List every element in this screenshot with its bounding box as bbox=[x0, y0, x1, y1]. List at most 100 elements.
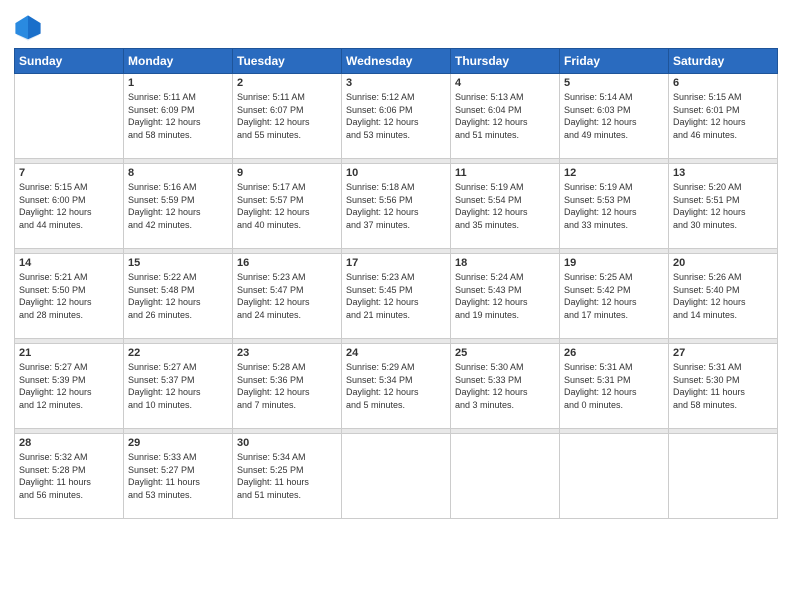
header bbox=[14, 10, 778, 42]
day-number: 22 bbox=[128, 347, 228, 359]
calendar-cell bbox=[560, 434, 669, 519]
day-number: 29 bbox=[128, 437, 228, 449]
day-info: Sunrise: 5:18 AM Sunset: 5:56 PM Dayligh… bbox=[346, 181, 446, 231]
calendar-cell: 14 Sunrise: 5:21 AM Sunset: 5:50 PM Dayli… bbox=[15, 254, 124, 339]
day-number: 20 bbox=[673, 257, 773, 269]
day-number: 19 bbox=[564, 257, 664, 269]
calendar-cell bbox=[669, 434, 778, 519]
day-info: Sunrise: 5:19 AM Sunset: 5:54 PM Dayligh… bbox=[455, 181, 555, 231]
calendar-cell: 19 Sunrise: 5:25 AM Sunset: 5:42 PM Dayli… bbox=[560, 254, 669, 339]
day-number: 2 bbox=[237, 77, 337, 89]
day-info: Sunrise: 5:26 AM Sunset: 5:40 PM Dayligh… bbox=[673, 271, 773, 321]
day-info: Sunrise: 5:30 AM Sunset: 5:33 PM Dayligh… bbox=[455, 361, 555, 411]
day-info: Sunrise: 5:16 AM Sunset: 5:59 PM Dayligh… bbox=[128, 181, 228, 231]
calendar-cell: 29 Sunrise: 5:33 AM Sunset: 5:27 PM Dayli… bbox=[124, 434, 233, 519]
calendar-cell: 20 Sunrise: 5:26 AM Sunset: 5:40 PM Dayli… bbox=[669, 254, 778, 339]
calendar-cell: 25 Sunrise: 5:30 AM Sunset: 5:33 PM Dayli… bbox=[451, 344, 560, 429]
weekday-header-tuesday: Tuesday bbox=[233, 49, 342, 74]
calendar-cell: 1Sunrise: 5:11 AM Sunset: 6:09 PM Daylig… bbox=[124, 74, 233, 159]
calendar-cell: 21 Sunrise: 5:27 AM Sunset: 5:39 PM Dayli… bbox=[15, 344, 124, 429]
day-info: Sunrise: 5:28 AM Sunset: 5:36 PM Dayligh… bbox=[237, 361, 337, 411]
day-number: 6 bbox=[673, 77, 773, 89]
calendar-cell bbox=[451, 434, 560, 519]
calendar-cell: 27Sunrise: 5:31 AM Sunset: 5:30 PM Dayli… bbox=[669, 344, 778, 429]
week-row-4: 21 Sunrise: 5:27 AM Sunset: 5:39 PM Dayli… bbox=[15, 344, 778, 429]
calendar-cell bbox=[342, 434, 451, 519]
day-info: Sunrise: 5:14 AM Sunset: 6:03 PM Dayligh… bbox=[564, 91, 664, 141]
calendar-cell: 23 Sunrise: 5:28 AM Sunset: 5:36 PM Dayli… bbox=[233, 344, 342, 429]
day-number: 23 bbox=[237, 347, 337, 359]
day-number: 13 bbox=[673, 167, 773, 179]
weekday-header-wednesday: Wednesday bbox=[342, 49, 451, 74]
day-info: Sunrise: 5:19 AM Sunset: 5:53 PM Dayligh… bbox=[564, 181, 664, 231]
day-info: Sunrise: 5:33 AM Sunset: 5:27 PM Dayligh… bbox=[128, 451, 228, 501]
calendar-cell: 17 Sunrise: 5:23 AM Sunset: 5:45 PM Dayli… bbox=[342, 254, 451, 339]
day-number: 24 bbox=[346, 347, 446, 359]
day-number: 30 bbox=[237, 437, 337, 449]
day-number: 26 bbox=[564, 347, 664, 359]
calendar-cell: 30 Sunrise: 5:34 AM Sunset: 5:25 PM Dayli… bbox=[233, 434, 342, 519]
day-number: 8 bbox=[128, 167, 228, 179]
calendar-cell: 18 Sunrise: 5:24 AM Sunset: 5:43 PM Dayli… bbox=[451, 254, 560, 339]
day-info: Sunrise: 5:27 AM Sunset: 5:37 PM Dayligh… bbox=[128, 361, 228, 411]
calendar-cell: 4 Sunrise: 5:13 AM Sunset: 6:04 PM Daylig… bbox=[451, 74, 560, 159]
calendar-cell: 15Sunrise: 5:22 AM Sunset: 5:48 PM Dayli… bbox=[124, 254, 233, 339]
day-number: 10 bbox=[346, 167, 446, 179]
weekday-header-sunday: Sunday bbox=[15, 49, 124, 74]
weekday-header-row: SundayMondayTuesdayWednesdayThursdayFrid… bbox=[15, 49, 778, 74]
day-number: 18 bbox=[455, 257, 555, 269]
calendar-cell: 24 Sunrise: 5:29 AM Sunset: 5:34 PM Dayli… bbox=[342, 344, 451, 429]
day-info: Sunrise: 5:25 AM Sunset: 5:42 PM Dayligh… bbox=[564, 271, 664, 321]
logo bbox=[14, 14, 46, 42]
day-number: 21 bbox=[19, 347, 119, 359]
calendar-cell: 16Sunrise: 5:23 AM Sunset: 5:47 PM Dayli… bbox=[233, 254, 342, 339]
calendar-cell bbox=[15, 74, 124, 159]
day-info: Sunrise: 5:29 AM Sunset: 5:34 PM Dayligh… bbox=[346, 361, 446, 411]
day-info: Sunrise: 5:15 AM Sunset: 6:01 PM Dayligh… bbox=[673, 91, 773, 141]
day-number: 17 bbox=[346, 257, 446, 269]
calendar-cell: 12 Sunrise: 5:19 AM Sunset: 5:53 PM Dayli… bbox=[560, 164, 669, 249]
calendar-cell: 7Sunrise: 5:15 AM Sunset: 6:00 PM Daylig… bbox=[15, 164, 124, 249]
day-number: 25 bbox=[455, 347, 555, 359]
calendar-cell: 2Sunrise: 5:11 AM Sunset: 6:07 PM Daylig… bbox=[233, 74, 342, 159]
week-row-5: 28Sunrise: 5:32 AM Sunset: 5:28 PM Dayli… bbox=[15, 434, 778, 519]
day-info: Sunrise: 5:12 AM Sunset: 6:06 PM Dayligh… bbox=[346, 91, 446, 141]
day-info: Sunrise: 5:21 AM Sunset: 5:50 PM Dayligh… bbox=[19, 271, 119, 321]
day-info: Sunrise: 5:27 AM Sunset: 5:39 PM Dayligh… bbox=[19, 361, 119, 411]
day-info: Sunrise: 5:11 AM Sunset: 6:09 PM Dayligh… bbox=[128, 91, 228, 141]
day-info: Sunrise: 5:24 AM Sunset: 5:43 PM Dayligh… bbox=[455, 271, 555, 321]
weekday-header-saturday: Saturday bbox=[669, 49, 778, 74]
logo-icon bbox=[14, 14, 42, 42]
day-number: 14 bbox=[19, 257, 119, 269]
calendar-cell: 10 Sunrise: 5:18 AM Sunset: 5:56 PM Dayli… bbox=[342, 164, 451, 249]
day-info: Sunrise: 5:15 AM Sunset: 6:00 PM Dayligh… bbox=[19, 181, 119, 231]
day-number: 27 bbox=[673, 347, 773, 359]
calendar-cell: 28Sunrise: 5:32 AM Sunset: 5:28 PM Dayli… bbox=[15, 434, 124, 519]
weekday-header-thursday: Thursday bbox=[451, 49, 560, 74]
calendar-cell: 22 Sunrise: 5:27 AM Sunset: 5:37 PM Dayli… bbox=[124, 344, 233, 429]
week-row-1: 1Sunrise: 5:11 AM Sunset: 6:09 PM Daylig… bbox=[15, 74, 778, 159]
day-number: 15 bbox=[128, 257, 228, 269]
day-info: Sunrise: 5:13 AM Sunset: 6:04 PM Dayligh… bbox=[455, 91, 555, 141]
day-number: 9 bbox=[237, 167, 337, 179]
day-info: Sunrise: 5:17 AM Sunset: 5:57 PM Dayligh… bbox=[237, 181, 337, 231]
day-number: 3 bbox=[346, 77, 446, 89]
day-info: Sunrise: 5:23 AM Sunset: 5:45 PM Dayligh… bbox=[346, 271, 446, 321]
day-number: 11 bbox=[455, 167, 555, 179]
day-info: Sunrise: 5:20 AM Sunset: 5:51 PM Dayligh… bbox=[673, 181, 773, 231]
week-row-2: 7Sunrise: 5:15 AM Sunset: 6:00 PM Daylig… bbox=[15, 164, 778, 249]
weekday-header-monday: Monday bbox=[124, 49, 233, 74]
day-number: 28 bbox=[19, 437, 119, 449]
calendar-cell: 26 Sunrise: 5:31 AM Sunset: 5:31 PM Dayli… bbox=[560, 344, 669, 429]
day-info: Sunrise: 5:31 AM Sunset: 5:31 PM Dayligh… bbox=[564, 361, 664, 411]
calendar-cell: 13 Sunrise: 5:20 AM Sunset: 5:51 PM Dayli… bbox=[669, 164, 778, 249]
calendar-cell: 11 Sunrise: 5:19 AM Sunset: 5:54 PM Dayli… bbox=[451, 164, 560, 249]
page-container: SundayMondayTuesdayWednesdayThursdayFrid… bbox=[0, 0, 792, 529]
calendar-cell: 3 Sunrise: 5:12 AM Sunset: 6:06 PM Daylig… bbox=[342, 74, 451, 159]
day-number: 12 bbox=[564, 167, 664, 179]
weekday-header-friday: Friday bbox=[560, 49, 669, 74]
day-info: Sunrise: 5:34 AM Sunset: 5:25 PM Dayligh… bbox=[237, 451, 337, 501]
day-number: 5 bbox=[564, 77, 664, 89]
day-number: 16 bbox=[237, 257, 337, 269]
day-number: 4 bbox=[455, 77, 555, 89]
